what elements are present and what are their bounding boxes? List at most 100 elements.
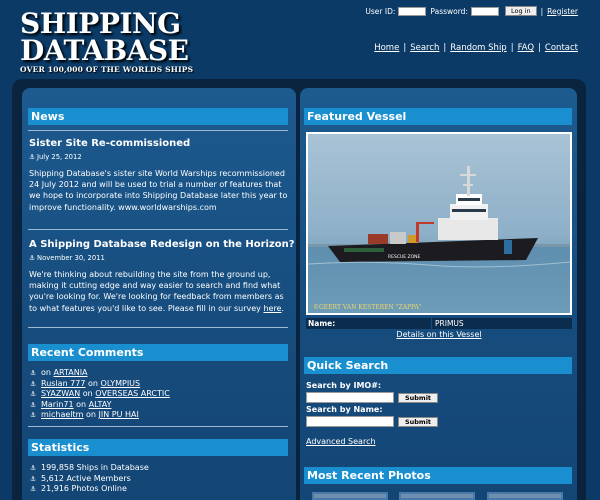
logo-tagline: OVER 100,000 OF THE WORLDS SHIPS (20, 65, 194, 74)
stat-text: 5,612 Active Members (41, 473, 131, 483)
top-navigation: Home | Search | Random Ship | FAQ | Contact (374, 43, 578, 53)
advanced-search-link[interactable]: Advanced Search (306, 437, 376, 446)
stat-text: 21,916 Photos Online (41, 484, 127, 493)
featured-vessel-heading: Featured Vessel (304, 108, 572, 125)
user-id-label: User ID: (365, 6, 396, 16)
comment-connector: on (82, 389, 93, 398)
nav-separator: | (443, 43, 447, 53)
comment-ship-link[interactable]: OLYMPIUS (101, 379, 141, 388)
hull-marking: RESCUE ZONE (388, 254, 421, 260)
register-link[interactable]: Register (547, 7, 578, 16)
vessel-details-link[interactable]: Details on this Vessel (396, 330, 481, 339)
photo-credit: ©GEERT VAN KESTEREN "ZAPPA" (313, 304, 422, 311)
statistics-list: ⚓ 199,858 Ships in Database ⚓ 5,612 Active… (30, 463, 149, 495)
quick-search-heading: Quick Search (304, 357, 572, 374)
anchor-icon: ⚓ (30, 464, 37, 472)
nav-separator: | (510, 43, 514, 53)
logo-line-1: SHIPPING (20, 7, 181, 40)
nav-random-ship[interactable]: Random Ship (450, 43, 506, 53)
vessel-name-value: PRIMUS (432, 318, 572, 329)
comment-ship-link[interactable]: ARTANIA (54, 368, 88, 377)
comment-author-link[interactable]: Marin71 (41, 400, 74, 409)
recent-photos-heading: Most Recent Photos (304, 467, 572, 484)
divider (28, 327, 288, 328)
vessel-details-row: Details on this Vessel (306, 329, 572, 340)
news-heading: News (28, 108, 288, 125)
vessel-info-table: Name: PRIMUS Details on this Vessel (306, 318, 572, 340)
comment-author-link[interactable]: michaeltm (41, 410, 83, 419)
recent-photo-thumbnail[interactable] (399, 492, 475, 500)
anchor-icon: ⚓ (30, 474, 37, 483)
comment-connector: on (41, 368, 51, 377)
list-item: ⚓ Marin71 on ALTAY (30, 400, 170, 411)
comment-author-link[interactable]: Ruslan 777 (41, 379, 85, 388)
login-button[interactable]: Log in (504, 6, 537, 16)
statistics-heading: Statistics (28, 439, 288, 456)
imo-search-label: Search by IMO#: (306, 381, 382, 390)
name-search-input[interactable] (306, 416, 394, 427)
logo-line-2: DATABASE (20, 34, 189, 67)
comment-author-link[interactable]: SYAZWAN (41, 389, 80, 398)
nav-separator: | (538, 43, 541, 53)
divider (28, 426, 288, 427)
anchor-icon: ⚓ (30, 485, 37, 493)
nav-home[interactable]: Home (374, 43, 399, 53)
news-date-text: July 25, 2012 (37, 153, 82, 161)
recent-photo-thumbnail[interactable] (312, 492, 388, 500)
news-item-date: ⚓ November 30, 2011 (29, 254, 105, 262)
table-row: Name: PRIMUS (306, 318, 572, 329)
survey-link[interactable]: here (263, 304, 281, 313)
list-item: ⚓ michaeltm on JIN PU HAI (30, 410, 170, 421)
recent-comments-list: ⚓ on ARTANIA ⚓ Ruslan 777 on OLYMPIUS ⚓ SYA… (30, 368, 170, 421)
comment-connector: on (76, 399, 87, 409)
comment-connector: on (88, 378, 98, 388)
anchor-icon: ⚓ (30, 369, 37, 377)
imo-submit-button[interactable]: Submit (398, 393, 438, 403)
anchor-icon: ⚓ (30, 411, 37, 419)
nav-search[interactable]: Search (410, 43, 439, 53)
user-id-input[interactable] (398, 6, 427, 16)
divider (28, 130, 288, 131)
comment-ship-link[interactable]: ALTAY (89, 400, 112, 409)
site-header: SHIPPING DATABASE OVER 100,000 OF THE WO… (0, 0, 600, 80)
anchor-icon: ⚓ (29, 254, 36, 262)
comment-connector: on (86, 410, 96, 419)
stat-text: 199,858 Ships in Database (41, 463, 149, 472)
list-item: ⚓ 5,612 Active Members (30, 474, 149, 485)
nav-separator: | (403, 43, 407, 53)
anchor-icon: ⚓ (30, 390, 37, 398)
imo-search-input[interactable] (306, 392, 394, 403)
list-item: ⚓ 199,858 Ships in Database (30, 463, 149, 474)
news-body-text: We're thinking about rebuilding the site… (29, 270, 284, 313)
anchor-icon: ⚓ (29, 153, 36, 161)
name-submit-button[interactable]: Submit (398, 417, 438, 427)
news-item-body: We're thinking about rebuilding the site… (29, 269, 291, 314)
recent-comments-heading: Recent Comments (28, 344, 288, 361)
vessel-name-label: Name: (306, 318, 431, 329)
name-search-label: Search by Name: (306, 405, 383, 414)
nav-contact[interactable]: Contact (545, 43, 578, 53)
news-body-end: . (281, 303, 285, 313)
recent-photo-thumbnail[interactable] (487, 492, 563, 500)
anchor-icon: ⚓ (30, 400, 37, 409)
featured-vessel-photo[interactable]: RESCUE ZONE ©GEERT VAN KESTEREN "ZAPPA" (306, 132, 572, 315)
news-item-body: Shipping Database's sister site World Wa… (29, 169, 288, 212)
list-item: ⚓ on ARTANIA (30, 368, 170, 379)
password-label: Password: (430, 6, 468, 16)
vessel-photo-image: RESCUE ZONE ©GEERT VAN KESTEREN "ZAPPA" (308, 134, 570, 313)
comment-ship-link[interactable]: JIN PU HAI (99, 410, 139, 419)
news-item-date: ⚓ July 25, 2012 (29, 153, 82, 161)
login-bar: User ID: Password: Log in | Register (365, 6, 578, 16)
nav-faq[interactable]: FAQ (518, 43, 534, 53)
site-logo[interactable]: SHIPPING DATABASE OVER 100,000 OF THE WO… (20, 7, 194, 75)
news-date-text: November 30, 2011 (37, 254, 105, 262)
news-item-title: A Shipping Database Redesign on the Hori… (29, 239, 295, 250)
login-separator: | (540, 6, 544, 16)
divider (28, 229, 288, 230)
list-item: ⚓ Ruslan 777 on OLYMPIUS (30, 379, 170, 390)
news-item-title: Sister Site Re-commissioned (29, 138, 191, 149)
list-item: ⚓ SYAZWAN on OVERSEAS ARCTIC (30, 389, 170, 400)
comment-ship-link[interactable]: OVERSEAS ARCTIC (95, 389, 170, 398)
anchor-icon: ⚓ (30, 379, 37, 388)
password-input[interactable] (470, 6, 499, 16)
